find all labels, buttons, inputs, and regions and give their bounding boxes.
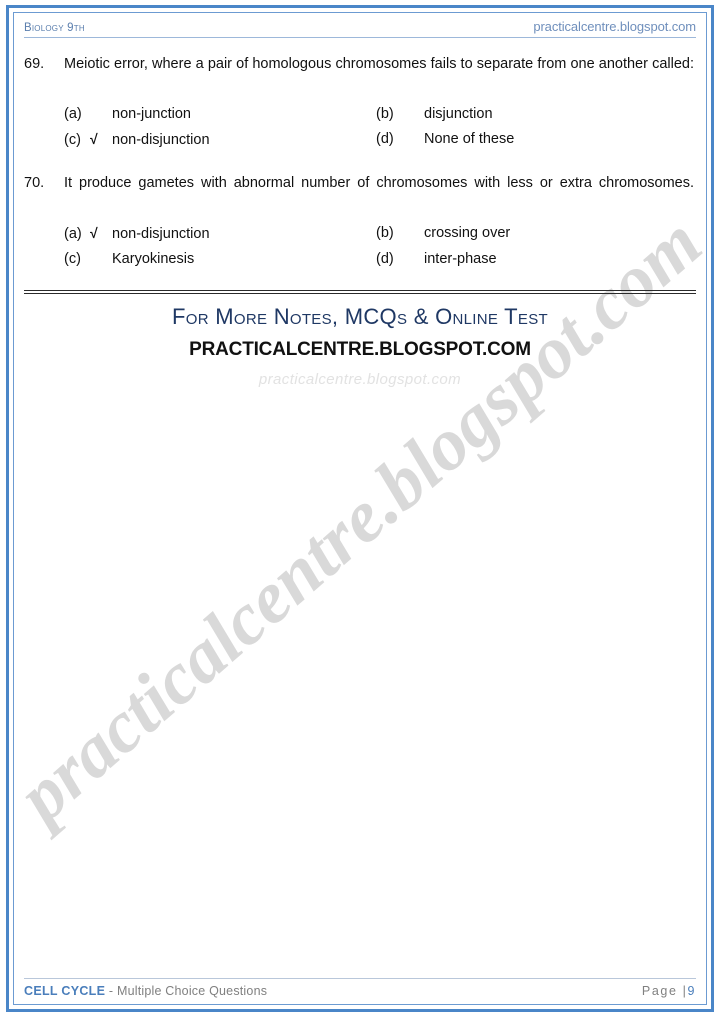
option-text: non-disjunction [112,132,210,148]
option-label: (b) [376,225,394,241]
options-row: (a) non-junction (b) disjunction [64,102,696,127]
question-item: 70. It produce gametes with abnormal num… [24,171,696,272]
promo-tagline: For More Notes, MCQs & Online Test [172,304,548,329]
header-subject: Biology 9th [24,22,85,34]
promo-banner: For More Notes, MCQs & Online Test PRACT… [24,290,696,388]
document-page: practicalcentre.blogspot.com Biology 9th… [0,0,720,1018]
option-text: non-junction [112,106,191,122]
option-b[interactable]: (b) crossing over [376,221,696,247]
running-footer: CELL CYCLE - Multiple Choice Questions P… [24,978,696,998]
options-row: (c) √ non-disjunction (d) None of these [64,127,696,153]
option-d[interactable]: (d) None of these [376,127,696,153]
question-item: 69. Meiotic error, where a pair of homol… [24,52,696,153]
question-text: Meiotic error, where a pair of homologou… [64,56,694,72]
option-label: (d) [376,251,394,267]
option-text: inter-phase [424,251,497,267]
footer-page-indicator: Page |9 [642,984,696,998]
question-text: It produce gametes with abnormal number … [64,175,694,191]
option-a[interactable]: (a) √ non-disjunction [64,221,376,247]
option-text: disjunction [424,106,493,122]
running-header: Biology 9th practicalcentre.blogspot.com [24,14,696,38]
questions-list: 69. Meiotic error, where a pair of homol… [24,52,696,272]
option-label: (c) [64,132,81,148]
option-label: (d) [376,131,394,147]
question-heading: 70. It produce gametes with abnormal num… [24,171,696,219]
promo-site-url[interactable]: PRACTICALCENTRE.BLOGSPOT.COM [24,339,696,361]
options-row: (c) Karyokinesis (d) inter-phase [64,247,696,272]
option-label: (a) [64,106,82,122]
option-label: (c) [64,251,81,267]
options-row: (a) √ non-disjunction (b) crossing over [64,221,696,247]
option-text: non-disjunction [112,226,210,242]
option-a[interactable]: (a) non-junction [64,102,376,127]
option-text: None of these [424,131,515,147]
option-b[interactable]: (b) disjunction [376,102,696,127]
options-grid: (a) √ non-disjunction (b) crossing over … [64,221,696,272]
option-d[interactable]: (d) inter-phase [376,247,696,272]
option-c[interactable]: (c) √ non-disjunction [64,127,376,153]
question-heading: 69. Meiotic error, where a pair of homol… [24,52,696,100]
footer-page-number: 9 [687,984,696,998]
options-grid: (a) non-junction (b) disjunction (c) √ n… [64,102,696,153]
footer-page-label: Page | [641,984,688,998]
footer-subtitle: - Multiple Choice Questions [105,984,268,998]
question-number: 70. [24,175,45,191]
correct-check-icon: √ [90,225,98,241]
option-text: Karyokinesis [112,251,195,267]
page-content: Biology 9th practicalcentre.blogspot.com… [24,14,696,1002]
correct-check-icon: √ [90,131,98,147]
footer-chapter-line: CELL CYCLE - Multiple Choice Questions [24,984,267,998]
option-label: (b) [376,106,394,122]
question-number: 69. [24,56,45,72]
promo-watermark-url: practicalcentre.blogspot.com [258,371,462,388]
option-label: (a) [64,226,82,242]
option-text: crossing over [424,225,511,241]
footer-chapter-title: CELL CYCLE [24,984,106,998]
header-site-url: practicalcentre.blogspot.com [533,19,696,34]
promo-divider [24,290,696,294]
option-c[interactable]: (c) Karyokinesis [64,247,376,272]
